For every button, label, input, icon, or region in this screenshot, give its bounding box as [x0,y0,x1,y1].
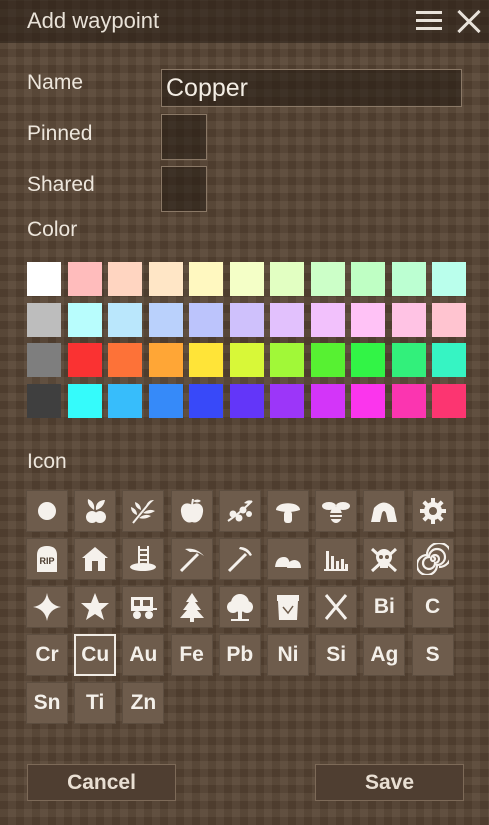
icon-ni[interactable]: Ni [267,634,309,676]
close-icon[interactable] [456,9,482,35]
icon-bi[interactable]: Bi [363,586,406,628]
color-swatch[interactable] [108,262,142,296]
ladder-icon[interactable] [122,538,165,580]
grain-icon[interactable] [122,490,165,532]
house-icon[interactable] [74,538,117,580]
color-swatch[interactable] [432,383,466,418]
pick-icon[interactable] [218,538,261,580]
rocks-icon[interactable] [267,538,309,580]
pinned-checkbox[interactable] [161,114,207,160]
color-swatch[interactable] [310,383,345,418]
color-swatch[interactable] [27,383,61,418]
dialog-title: Add waypoint [27,8,160,33]
berries-icon[interactable] [218,490,261,532]
shared-checkbox[interactable] [161,166,207,212]
color-swatch[interactable] [391,262,426,296]
color-swatch[interactable] [148,343,183,377]
deciduous-tree-icon[interactable] [218,586,261,628]
color-swatch[interactable] [229,383,264,418]
icon-fe[interactable]: Fe [170,634,213,676]
color-swatch[interactable] [148,302,183,337]
ruins-icon[interactable] [315,538,358,580]
color-swatch[interactable] [310,302,345,337]
color-swatch[interactable] [229,302,264,337]
color-swatch[interactable] [67,383,102,418]
color-swatch[interactable] [351,302,385,337]
color-swatch[interactable] [351,262,385,296]
icon-label: Icon [27,450,67,473]
color-swatch[interactable] [351,343,385,377]
icon-au[interactable]: Au [122,634,165,676]
color-swatch[interactable] [391,383,426,418]
color-swatch[interactable] [27,343,61,377]
color-swatch[interactable] [189,302,223,337]
color-swatch[interactable] [67,343,102,377]
color-swatch[interactable] [270,343,304,377]
color-label: Color [27,218,78,241]
icon-s[interactable]: S [411,634,454,676]
circle-icon[interactable] [26,490,68,532]
pickaxe-icon[interactable] [170,538,213,580]
color-swatch[interactable] [189,343,223,377]
spiral-icon[interactable] [411,538,454,580]
color-swatch[interactable] [351,383,385,418]
color-swatch[interactable] [229,343,264,377]
turnip-icon[interactable] [74,490,117,532]
skull-icon[interactable] [363,538,406,580]
color-swatch[interactable] [432,343,466,377]
color-swatch[interactable] [27,302,61,337]
color-swatch[interactable] [67,302,102,337]
shared-label: Shared [27,173,95,196]
color-swatch[interactable] [270,383,304,418]
color-swatch[interactable] [189,383,223,418]
icon-cr[interactable]: Cr [26,634,68,676]
color-swatch[interactable] [432,302,466,337]
name-label: Name [27,71,84,94]
color-swatch[interactable] [148,262,183,296]
color-swatch[interactable] [27,262,61,296]
icon-zn[interactable]: Zn [122,682,165,724]
gravestone-icon[interactable]: RIP [26,538,68,580]
color-swatch[interactable] [310,343,345,377]
svg-text:RIP: RIP [39,556,54,566]
color-swatch[interactable] [432,262,466,296]
menu-icon[interactable] [416,10,442,32]
icon-ti[interactable]: Ti [74,682,117,724]
apple-icon[interactable] [170,490,213,532]
icon-cu[interactable]: Cu [74,634,117,676]
star5-icon[interactable] [74,586,117,628]
color-swatch[interactable] [310,262,345,296]
icon-c[interactable]: C [411,586,454,628]
tree-icon[interactable] [170,586,213,628]
vessel-icon[interactable] [267,586,309,628]
color-swatch[interactable] [189,262,223,296]
icon-pb[interactable]: Pb [218,634,261,676]
crossed-swords-icon[interactable] [315,586,358,628]
color-swatch[interactable] [108,343,142,377]
name-input[interactable] [161,69,462,107]
color-swatch[interactable] [270,302,304,337]
color-swatch[interactable] [391,302,426,337]
color-swatch[interactable] [148,383,183,418]
gear-icon[interactable] [411,490,454,532]
icon-si[interactable]: Si [315,634,358,676]
icon-sn[interactable]: Sn [26,682,68,724]
color-swatch[interactable] [229,262,264,296]
cancel-button[interactable]: Cancel [27,764,176,801]
bee-icon[interactable] [315,490,358,532]
star4-icon[interactable] [26,586,68,628]
color-swatch[interactable] [108,302,142,337]
pinned-label: Pinned [27,122,93,145]
wagon-icon[interactable] [122,586,165,628]
color-swatch[interactable] [270,262,304,296]
color-swatch[interactable] [67,262,102,296]
icon-ag[interactable]: Ag [363,634,406,676]
color-swatch[interactable] [391,343,426,377]
color-swatch[interactable] [108,383,142,418]
mushroom-icon[interactable] [267,490,309,532]
title-bar: Add waypoint [0,0,489,43]
save-button[interactable]: Save [315,764,464,801]
cave-icon[interactable] [363,490,406,532]
